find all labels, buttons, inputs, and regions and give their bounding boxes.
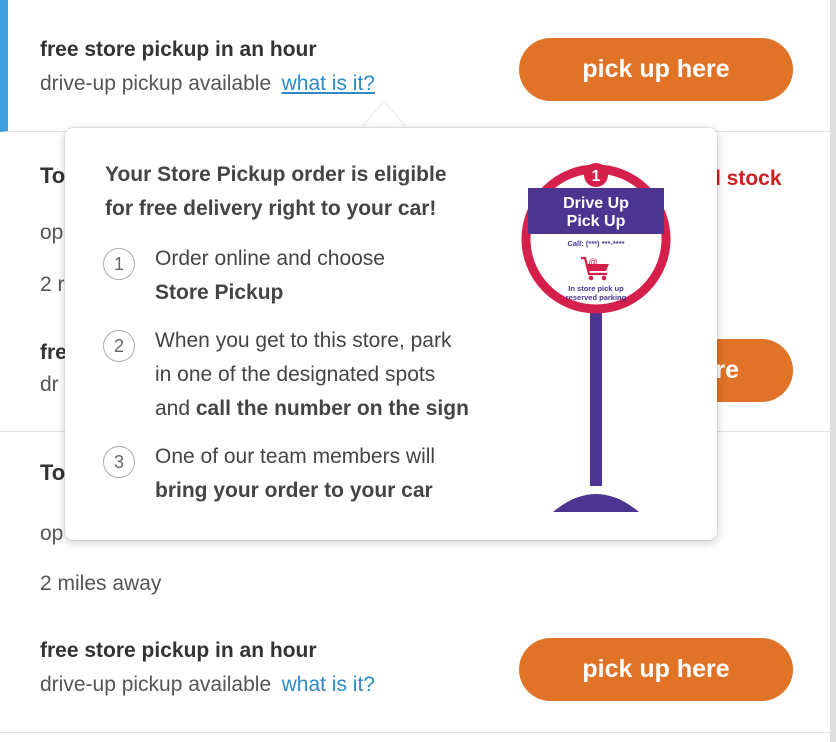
step-text: Order online and choose <box>155 247 385 270</box>
drive-up-line: drive-up pickup available what is it? <box>40 72 375 96</box>
sign-call-text: Call: (***) ***-**** <box>567 239 624 248</box>
what-is-it-link[interactable]: what is it? <box>282 72 375 95</box>
scrollbar-track[interactable] <box>830 0 836 742</box>
store-card-selected[interactable]: free store pickup in an hour drive-up pi… <box>0 0 830 132</box>
drive-up-line: drive-up pickup available what is it? <box>40 673 375 697</box>
drive-up-tooltip: Your Store Pickup order is eligible for … <box>65 128 717 540</box>
tooltip-heading-line: for free delivery right to your car! <box>105 197 437 220</box>
step-text-bold: Store Pickup <box>155 281 284 304</box>
pickup-title: free store pickup in an hour <box>40 639 317 662</box>
sign-title-line2: Pick Up <box>567 213 626 230</box>
pickup-title: fre <box>40 341 67 364</box>
tooltip-caret <box>362 102 406 128</box>
drive-up-text: drive-up pickup available <box>40 72 272 95</box>
sign-pole <box>590 306 602 486</box>
store-info: op <box>40 522 64 545</box>
pick-up-here-button[interactable]: pick up here <box>519 38 793 101</box>
tooltip-heading: Your Store Pickup order is eligible for … <box>105 158 447 226</box>
pick-up-here-button[interactable]: pick up here <box>519 638 793 701</box>
store-info: op <box>40 221 64 244</box>
sign-footer-line2: reserved parking <box>566 293 627 302</box>
store-name: To <box>40 460 66 485</box>
sign-title-line1: Drive Up <box>563 195 629 212</box>
what-is-it-link[interactable]: what is it? <box>282 673 375 696</box>
drive-up-sign-illustration: Drive Up Pick Up 1 Call: (***) ***-**** … <box>521 163 671 512</box>
sign-badge-number: 1 <box>592 168 601 185</box>
step-text: in one of the designated spots <box>155 363 436 386</box>
sign-base <box>553 494 639 512</box>
step-text: When you get to this store, park <box>155 329 452 352</box>
sign-footer-line1: In store pick up <box>568 284 624 293</box>
store-distance: 2 miles away <box>40 572 162 595</box>
pickup-title: free store pickup in an hour <box>40 38 317 61</box>
store-distance: 2 r <box>40 273 65 296</box>
stock-status: l stock <box>715 167 782 190</box>
step-text-bold: call the number on the sign <box>195 397 469 420</box>
tooltip-heading-line: Your Store Pickup order is eligible <box>105 163 447 186</box>
drive-up-text: drive-up pickup available <box>40 673 272 696</box>
step-text: One of our team members will <box>155 445 436 468</box>
step-number-circle: 1 <box>103 248 135 280</box>
store-name: To <box>40 163 66 188</box>
step-text-bold: bring your order to your car <box>155 479 433 502</box>
drive-up-text: dr <box>40 373 59 396</box>
step-number-circle: 2 <box>103 330 135 362</box>
step-number-circle: 3 <box>103 446 135 478</box>
step-text: and <box>155 397 196 420</box>
